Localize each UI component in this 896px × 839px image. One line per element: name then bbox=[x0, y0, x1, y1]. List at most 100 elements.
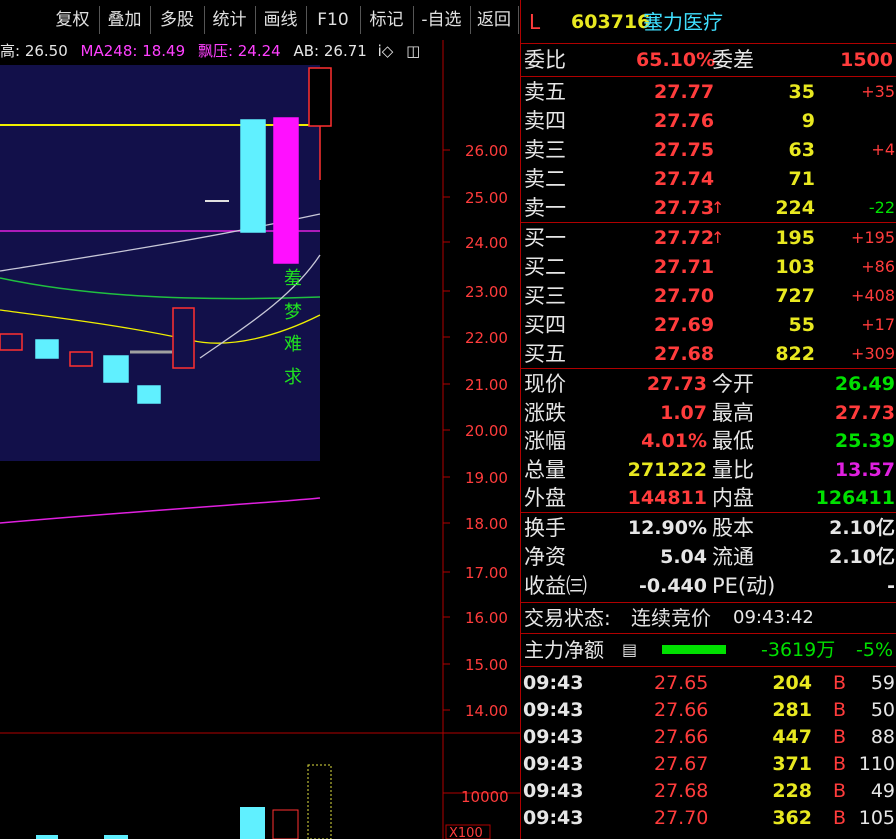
tick-side: B bbox=[833, 672, 847, 694]
mainforce-label: 主力净额 bbox=[524, 638, 604, 662]
mark-button[interactable]: 标记 bbox=[360, 6, 414, 34]
tick-price: 27.66 bbox=[654, 726, 709, 748]
mainforce-pct: -5% bbox=[856, 639, 893, 661]
trade-status-row: 交易状态: 连续竞价 09:43:42 bbox=[521, 604, 896, 632]
bid-row[interactable]: 买三 27.70 727 +408 bbox=[521, 282, 896, 310]
ask-label: 卖五 bbox=[524, 80, 566, 104]
tick-row[interactable]: 09:43 27.65 204 B 59 bbox=[521, 669, 896, 697]
quote-value: 27.73 bbox=[834, 401, 895, 424]
price-tick-label: 19.00 bbox=[465, 469, 508, 487]
quote-value: 27.73 bbox=[646, 373, 707, 395]
add-favorite-button[interactable]: -自选 bbox=[413, 6, 471, 34]
quote-label: 最低 bbox=[712, 429, 754, 453]
quote-label: 外盘 bbox=[524, 486, 566, 510]
annotation-char: 求 bbox=[284, 367, 302, 388]
bid-row[interactable]: 买四 27.69 55 +17 bbox=[521, 311, 896, 339]
tick-time: 09:43 bbox=[523, 672, 584, 694]
ask-change: -22 bbox=[868, 198, 895, 217]
weibi-value: 65.10% bbox=[636, 49, 716, 71]
indicator-bar: 高: 26.50 MA248: 18.49 飘压: 24.24 AB: 26.7… bbox=[0, 40, 420, 62]
bid-label: 买四 bbox=[524, 313, 566, 337]
bid-price: 27.68 bbox=[654, 343, 715, 365]
annotation-char: 难 bbox=[284, 334, 302, 355]
tick-row[interactable]: 09:43 27.66 281 B 50 bbox=[521, 696, 896, 724]
ask-row[interactable]: 卖一 27.73 ↑ 224 -22 bbox=[521, 194, 896, 222]
ask-volume: 63 bbox=[788, 139, 815, 161]
fundamental-value: - bbox=[887, 575, 895, 597]
fundamental-value: 5.04 bbox=[660, 546, 707, 568]
quote-label: 今开 bbox=[712, 372, 754, 396]
restore-rights-button[interactable]: 复权 bbox=[46, 6, 100, 34]
price-tick-label: 26.00 bbox=[465, 142, 508, 160]
ask-row[interactable]: 卖四 27.76 9 bbox=[521, 107, 896, 135]
volume-tick-label: 10000 bbox=[461, 788, 509, 806]
quote-label: 总量 bbox=[524, 457, 566, 482]
ask-price: 27.75 bbox=[654, 139, 715, 161]
ask-volume: 35 bbox=[788, 81, 815, 103]
ask-volume: 224 bbox=[775, 197, 815, 219]
tick-count: 49 bbox=[870, 780, 895, 802]
ask-label: 卖四 bbox=[524, 109, 566, 133]
bid-row[interactable]: 买一 27.72 ↑ 195 +195 bbox=[521, 224, 896, 252]
back-button[interactable]: 返回 bbox=[470, 6, 519, 34]
bid-row[interactable]: 买二 27.71 103 +86 bbox=[521, 253, 896, 281]
quote-label: 涨幅 bbox=[524, 429, 566, 453]
tick-price: 27.70 bbox=[654, 807, 709, 829]
bid-price: 27.71 bbox=[654, 256, 715, 278]
quote-label: 最高 bbox=[712, 400, 754, 425]
market-letter: L bbox=[529, 10, 541, 34]
ask-row[interactable]: 卖五 27.77 35 +35 bbox=[521, 78, 896, 106]
bid-change: +17 bbox=[861, 315, 895, 334]
tick-row[interactable]: 09:43 27.67 371 B 110 bbox=[521, 750, 896, 778]
chart-toolbar: 复权 叠加 多股 统计 画线 F10 标记 -自选 返回 bbox=[0, 0, 520, 40]
tick-row[interactable]: 09:43 27.70 362 B 105 bbox=[521, 804, 896, 832]
quote-row: 涨跌 1.07 最高 27.73 bbox=[521, 399, 896, 427]
tick-side: B bbox=[833, 780, 847, 802]
kline-chart[interactable]: 26.00 25.00 24.00 23.00 22.00 21.00 20.00 19.00… bbox=[0, 40, 520, 839]
tick-volume: 362 bbox=[772, 807, 812, 829]
statistics-button[interactable]: 统计 bbox=[204, 6, 256, 34]
quote-value: 13.57 bbox=[834, 458, 895, 481]
tick-row[interactable]: 09:43 27.66 447 B 88 bbox=[521, 723, 896, 751]
bid-price: 27.70 bbox=[654, 285, 715, 307]
tick-volume: 447 bbox=[772, 726, 812, 748]
ask-row[interactable]: 卖二 27.74 71 bbox=[521, 165, 896, 193]
ask-row[interactable]: 卖三 27.75 63 +4 bbox=[521, 136, 896, 164]
tick-count: 88 bbox=[870, 726, 895, 748]
tick-volume: 228 bbox=[772, 780, 812, 802]
volume-bar bbox=[307, 764, 332, 839]
overlay-button[interactable]: 叠加 bbox=[99, 6, 151, 34]
fundamental-value: 2.10亿 bbox=[829, 517, 895, 539]
candle bbox=[69, 351, 93, 367]
bid-price: 27.69 bbox=[654, 314, 715, 336]
fundamental-row: 换手 12.90% 股本 2.10亿 bbox=[521, 514, 896, 542]
tick-price: 27.66 bbox=[654, 699, 709, 721]
stock-header: L 603716 塞力医疗 bbox=[521, 8, 896, 40]
list-icon[interactable]: ▤ bbox=[622, 636, 637, 664]
multi-stock-button[interactable]: 多股 bbox=[150, 6, 205, 34]
info-icon[interactable]: i◇ bbox=[378, 42, 394, 60]
quote-label: 内盘 bbox=[712, 486, 754, 510]
ask-label: 卖三 bbox=[524, 138, 566, 162]
quote-row: 外盘 144811 内盘 126411 bbox=[521, 484, 896, 512]
quote-value: 25.39 bbox=[834, 430, 895, 452]
tick-time: 09:43 bbox=[523, 780, 584, 802]
status-value: 连续竞价 bbox=[631, 606, 711, 630]
tick-time: 09:43 bbox=[523, 699, 584, 721]
quote-label: 量比 bbox=[712, 457, 754, 482]
quote-value: 1.07 bbox=[660, 401, 707, 424]
draw-line-button[interactable]: 画线 bbox=[255, 6, 307, 34]
window-toggle-icon[interactable]: ◫ bbox=[406, 42, 420, 60]
divider bbox=[521, 633, 896, 634]
tick-time: 09:43 bbox=[523, 753, 584, 775]
ask-price: 27.77 bbox=[654, 81, 715, 103]
tick-volume: 281 bbox=[772, 699, 812, 721]
bid-label: 买一 bbox=[524, 226, 566, 250]
tick-time: 09:43 bbox=[523, 726, 584, 748]
mainforce-row[interactable]: 主力净额 ▤ -3619万 -5% bbox=[521, 636, 896, 664]
f10-button[interactable]: F10 bbox=[306, 6, 361, 34]
bid-row[interactable]: 买五 27.68 822 +309 bbox=[521, 340, 896, 368]
tick-row[interactable]: 09:43 27.68 228 B 49 bbox=[521, 777, 896, 805]
stock-code: 603716 bbox=[571, 11, 651, 33]
bid-price: 27.72 bbox=[654, 227, 715, 249]
